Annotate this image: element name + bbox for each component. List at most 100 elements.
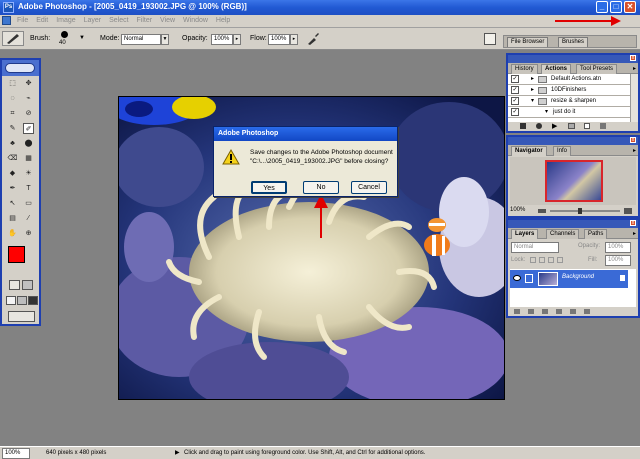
dialog-title[interactable]: Adobe Photoshop [214,127,397,141]
list-item[interactable]: ✓ ▸ Default Actions.atn [508,74,630,85]
mode-dropdown-arrow-icon[interactable]: ▼ [161,34,169,45]
magic-wand-tool-icon[interactable]: ⌁ [23,93,34,104]
screen-mode-menu-icon[interactable] [17,296,27,305]
tab-tool-presets[interactable]: Tool Presets [576,64,618,74]
eyedropper-tool-icon[interactable]: ⁄ [23,213,34,224]
lock-transparency-icon[interactable] [530,257,536,263]
menu-window[interactable]: Window [180,15,211,24]
list-item[interactable]: ✓ ▸ 10DFinishers [508,85,630,96]
lock-image-icon[interactable] [539,257,545,263]
cancel-button[interactable]: Cancel [351,181,387,194]
adjustment-layer-icon[interactable] [556,309,562,314]
history-brush-tool-icon[interactable]: ⬤ [23,138,34,149]
toggle-check-icon[interactable]: ✓ [511,97,519,105]
toggle-check-icon[interactable]: ✓ [511,75,519,83]
photoshop-app-icon[interactable]: Ps [3,2,14,13]
tab-file-browser[interactable]: File Browser [507,37,549,47]
tab-brushes[interactable]: Brushes [558,37,589,47]
menu-layer[interactable]: Layer [81,15,105,24]
fill-input[interactable]: 100% [605,255,631,266]
toggle-check-icon[interactable]: ✓ [511,108,519,116]
shape-tool-icon[interactable]: ▭ [23,198,34,209]
screen-mode-standard-icon[interactable] [6,296,16,305]
move-tool-icon[interactable]: ✥ [23,78,34,89]
tab-paths[interactable]: Paths [584,229,608,239]
standard-mode-icon[interactable] [9,280,20,290]
mode-select[interactable]: Normal [121,34,161,45]
layer-opacity-input[interactable]: 100% [605,242,631,253]
foreground-color-swatch[interactable] [8,246,25,263]
opacity-slider-arrow-icon[interactable]: ▸ [233,34,241,45]
close-icon[interactable]: x [630,137,636,143]
tab-history[interactable]: History [511,64,538,74]
list-item[interactable]: ✓ ▾ just do it [508,107,630,118]
tab-layers[interactable]: Layers [511,229,539,239]
menu-file[interactable]: File [14,15,31,24]
pen-tool-icon[interactable]: ↖ [7,198,18,209]
tab-channels[interactable]: Channels [546,229,580,239]
panel-menu-arrow-icon[interactable]: ▸ [633,230,636,237]
trash-icon[interactable] [600,123,606,129]
navigator-zoom[interactable]: 100% [510,207,525,213]
lasso-tool-icon[interactable]: ◌ [7,93,18,104]
panel-menu-arrow-icon[interactable]: ▸ [633,147,636,154]
menu-image[interactable]: Image [53,15,78,24]
healing-brush-tool-icon[interactable]: ✎ [7,123,18,134]
opacity-input[interactable]: 100% [211,34,233,45]
close-icon[interactable]: x [630,220,636,226]
no-button[interactable]: No [303,181,339,194]
eraser-tool-icon[interactable]: ⌫ [7,153,18,164]
menu-view[interactable]: View [157,15,178,24]
zoom-slider[interactable] [550,210,620,212]
menu-filter[interactable]: Filter [134,15,156,24]
navigator-panel-header[interactable]: x [508,137,638,145]
type-tool-icon[interactable]: T [23,183,34,194]
close-icon[interactable]: x [630,55,636,61]
panel-menu-arrow-icon[interactable]: ▸ [633,65,636,72]
maximize-button[interactable]: □ [610,1,622,13]
palette-well-icon[interactable] [484,33,496,45]
expand-arrow-icon[interactable]: ▸ [531,85,534,95]
actions-panel-header[interactable]: x [508,55,638,63]
flow-slider-arrow-icon[interactable]: ▸ [290,34,298,45]
new-action-icon[interactable] [584,123,590,129]
dodge-tool-icon[interactable]: ☀ [23,168,34,179]
zoom-in-icon[interactable] [624,208,632,214]
hand-tool-icon[interactable]: ✋ [7,228,18,239]
gradient-tool-icon[interactable]: ▦ [23,153,34,164]
brush-picker[interactable]: 40 [55,29,75,49]
play-icon[interactable]: ▶ [552,122,557,130]
close-button[interactable]: ✕ [624,1,636,13]
quick-mask-icon[interactable] [22,280,33,290]
collapse-arrow-icon[interactable]: ▾ [531,96,534,106]
menu-select[interactable]: Select [106,15,131,24]
tab-actions[interactable]: Actions [541,64,572,74]
path-selection-tool-icon[interactable]: ✒ [7,183,18,194]
lock-all-icon[interactable] [557,257,563,263]
zoom-slider-thumb[interactable] [578,208,582,214]
blend-mode-select[interactable]: Normal [511,242,559,253]
yes-button[interactable]: Yes [251,181,287,194]
toolbox-header[interactable] [2,60,39,76]
actions-scrollbar[interactable] [630,74,638,122]
menu-edit[interactable]: Edit [33,15,51,24]
photoshop-logo-icon[interactable] [5,63,35,73]
brush-link-icon[interactable] [525,274,533,283]
record-icon[interactable] [536,123,542,129]
crop-tool-icon[interactable]: ⌗ [7,108,18,119]
list-item[interactable]: ✓ ▾ resize & sharpen [508,96,630,107]
layer-row-background[interactable]: Background [510,270,628,288]
toggle-check-icon[interactable]: ✓ [511,86,519,94]
airbrush-icon[interactable] [306,32,320,46]
status-zoom[interactable]: 100% [2,448,30,459]
tool-preset-picker[interactable] [2,31,24,46]
status-arrow-icon[interactable]: ▶ [175,449,180,456]
minimize-button[interactable]: _ [596,1,608,13]
clone-stamp-tool-icon[interactable]: ♣ [7,138,18,149]
layers-panel-header[interactable]: x [508,220,638,228]
flow-input[interactable]: 100% [268,34,290,45]
marquee-tool-icon[interactable]: ⬚ [7,78,18,89]
navigator-view-box[interactable] [545,160,603,202]
navigator-preview[interactable] [510,157,636,205]
collapse-arrow-icon[interactable]: ▾ [545,107,548,117]
